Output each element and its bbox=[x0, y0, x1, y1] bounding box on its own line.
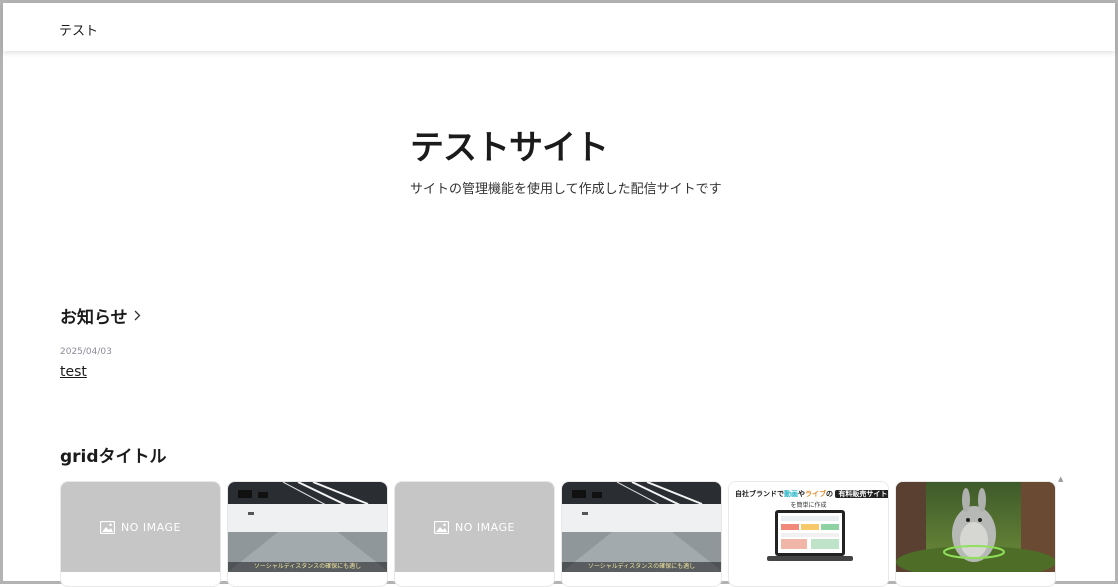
image-icon bbox=[100, 520, 116, 534]
grid-card[interactable]: 自社ブランドで動画やライブの 有料販売サイト を簡単に作成 bbox=[728, 481, 889, 587]
studio-photo: ソーシャルディスタンスの確保にも適し bbox=[562, 482, 721, 572]
chevron-right-icon bbox=[134, 310, 141, 321]
hero-description: サイトの管理機能を使用して作成した配信サイトです bbox=[410, 182, 722, 197]
no-image-placeholder: NO IMAGE bbox=[61, 482, 220, 572]
site-header: テスト bbox=[3, 3, 1115, 51]
no-image-label: NO IMAGE bbox=[455, 520, 515, 534]
grid-card[interactable]: NO IMAGE bbox=[60, 481, 221, 587]
grid-card[interactable]: ソーシャルディスタンスの確保にも適し bbox=[227, 481, 388, 587]
grid-card[interactable] bbox=[895, 481, 1056, 587]
news-heading-link[interactable]: お知らせ bbox=[60, 303, 141, 328]
grid-title: gridタイトル bbox=[60, 447, 167, 467]
no-image-label: NO IMAGE bbox=[121, 520, 181, 534]
promo-banner: 自社ブランドで動画やライブの 有料販売サイト を簡単に作成 bbox=[729, 482, 888, 572]
news-item-link[interactable]: test bbox=[60, 364, 87, 380]
laptop-illustration bbox=[767, 510, 853, 561]
studio-photo: ソーシャルディスタンスの確保にも適し bbox=[228, 482, 387, 572]
no-image-placeholder: NO IMAGE bbox=[395, 482, 554, 572]
site-name-link[interactable]: テスト bbox=[59, 20, 98, 39]
photo-caption: ソーシャルディスタンスの確保にも適し bbox=[228, 562, 387, 572]
news-heading-label: お知らせ bbox=[60, 308, 128, 328]
scroll-up-arrow-icon[interactable]: ▲ bbox=[1058, 475, 1063, 483]
grid-card[interactable]: NO IMAGE bbox=[394, 481, 555, 587]
hero-title: テストサイト bbox=[410, 128, 609, 168]
animation-still bbox=[896, 482, 1055, 572]
promo-headline: 自社ブランドで動画やライブの 有料販売サイト bbox=[735, 489, 888, 499]
news-date: 2025/04/03 bbox=[60, 347, 112, 357]
grid-cards: NO IMAGE ソーシャルディスタンスの確保にも適し NO IMAGE ソーシ… bbox=[60, 481, 1060, 587]
grid-card[interactable]: ソーシャルディスタンスの確保にも適し bbox=[561, 481, 722, 587]
photo-caption: ソーシャルディスタンスの確保にも適し bbox=[562, 562, 721, 572]
promo-subline: を簡単に作成 bbox=[790, 502, 827, 509]
image-icon bbox=[434, 520, 450, 534]
